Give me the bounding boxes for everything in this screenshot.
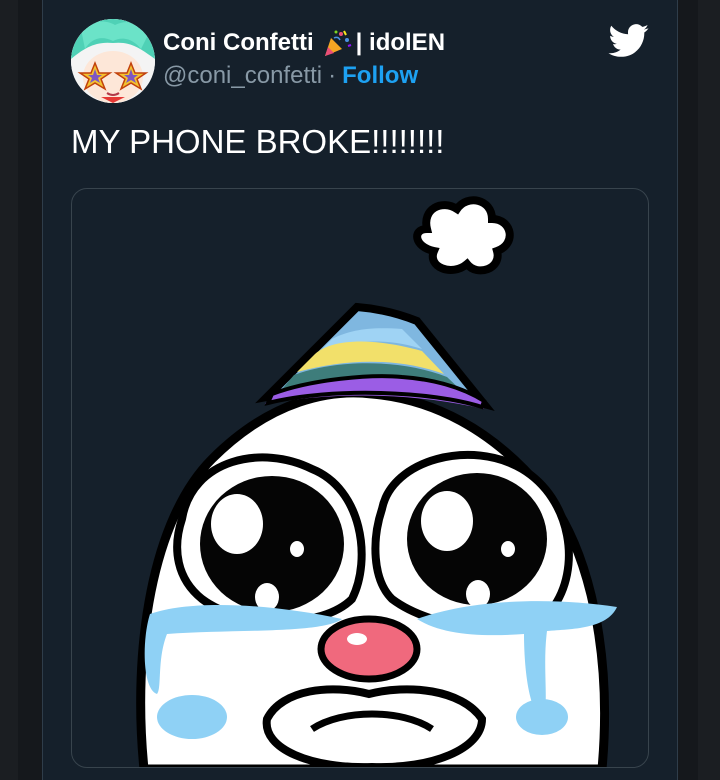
crying-clown-drawing: [136, 196, 617, 767]
name-suffix: | idolEN: [355, 29, 446, 56]
right-scroll-rail: [698, 0, 720, 780]
page: Coni Confetti | idolEN @coni_confetti · …: [0, 0, 720, 780]
handle-row: @coni_confetti · Follow: [163, 62, 583, 90]
user-info: Coni Confetti | idolEN @coni_confetti · …: [163, 27, 583, 90]
left-scroll-rail: [0, 0, 18, 780]
avatar-image: [71, 19, 155, 103]
twitter-bird-icon[interactable]: [608, 24, 650, 58]
avatar[interactable]: [71, 19, 155, 103]
follow-button[interactable]: Follow: [342, 62, 418, 90]
display-name[interactable]: Coni Confetti: [163, 29, 314, 57]
display-name-row[interactable]: Coni Confetti | idolEN: [163, 27, 583, 59]
party-popper-icon: [322, 28, 352, 58]
tweet-text: MY PHONE BROKE!!!!!!!!: [71, 123, 445, 160]
tweet-media[interactable]: [71, 188, 649, 768]
handle[interactable]: @coni_confetti: [163, 62, 322, 90]
separator-dot: ·: [328, 62, 337, 89]
